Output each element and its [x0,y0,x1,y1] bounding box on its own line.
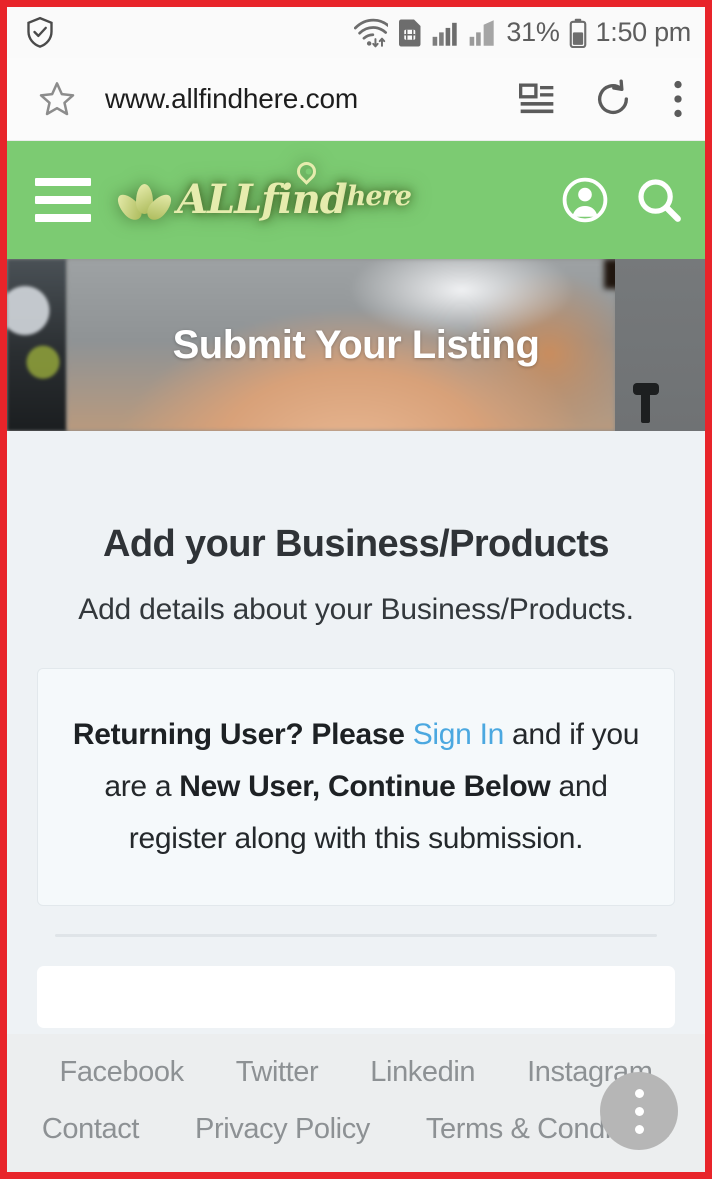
three-dot-vertical-icon[interactable] [600,1072,678,1150]
page-title: Submit Your Listing [172,322,540,367]
signal-bars-weak-icon [469,19,497,47]
screenshot-frame: 31% 1:50 pm www.allfindhere.com ALLfindh… [0,0,712,1179]
footer-link-facebook[interactable]: Facebook [60,1056,185,1089]
footer-link-privacy-policy[interactable]: Privacy Policy [195,1113,370,1146]
footer-link-twitter[interactable]: Twitter [236,1056,319,1089]
reader-view-icon[interactable] [519,82,555,116]
three-dot-menu-icon[interactable] [671,79,685,119]
logo-suffix-text: here [346,181,412,212]
shield-check-icon [25,16,55,49]
browser-actions [519,79,685,119]
status-bar-right: 31% 1:50 pm [354,17,691,48]
section-heading: Add your Business/Products [103,523,610,565]
signal-bars-icon [432,19,460,47]
refresh-icon[interactable] [593,79,633,119]
sim-card-icon [397,18,423,48]
page-content: Add your Business/Products Add details a… [7,431,705,1172]
battery-percent-label: 31% [506,17,560,47]
info-part1: Returning User? Please [72,718,413,751]
footer-social-row: Facebook Twitter Linkedin Instagram [7,1056,705,1089]
logo-main-text: ALLfind [177,176,348,223]
status-bar: 31% 1:50 pm [7,7,705,58]
browser-address-bar: www.allfindhere.com [7,58,705,141]
returning-user-text: Returning User? Please Sign In and if yo… [66,709,646,865]
site-header-actions [561,176,683,224]
section-divider [55,933,657,937]
footer-link-contact[interactable]: Contact [42,1113,140,1146]
status-bar-left [25,16,55,49]
clock-label: 1:50 pm [595,17,692,47]
returning-user-card: Returning User? Please Sign In and if yo… [37,668,675,906]
form-card [37,965,675,1028]
hamburger-menu-icon[interactable] [35,178,91,222]
search-icon[interactable] [635,176,683,224]
site-header: ALLfindhere [7,141,705,259]
wifi-data-icon [354,18,389,48]
site-logo-text: ALLfindhere [177,158,412,220]
section-subheading: Add details about your Business/Products… [78,593,634,626]
battery-icon [569,18,587,48]
user-account-icon[interactable] [561,176,609,224]
star-icon[interactable] [37,79,77,119]
site-footer: Facebook Twitter Linkedin Instagram Cont… [7,1034,705,1172]
leaf-icon [113,174,176,226]
hero-banner: Submit Your Listing [7,259,705,431]
site-logo[interactable]: ALLfindhere [113,158,412,226]
url-text[interactable]: www.allfindhere.com [105,83,358,115]
info-bold: New User, Continue Below [179,769,551,803]
footer-link-linkedin[interactable]: Linkedin [370,1056,475,1089]
sign-in-link[interactable]: Sign In [413,718,505,751]
